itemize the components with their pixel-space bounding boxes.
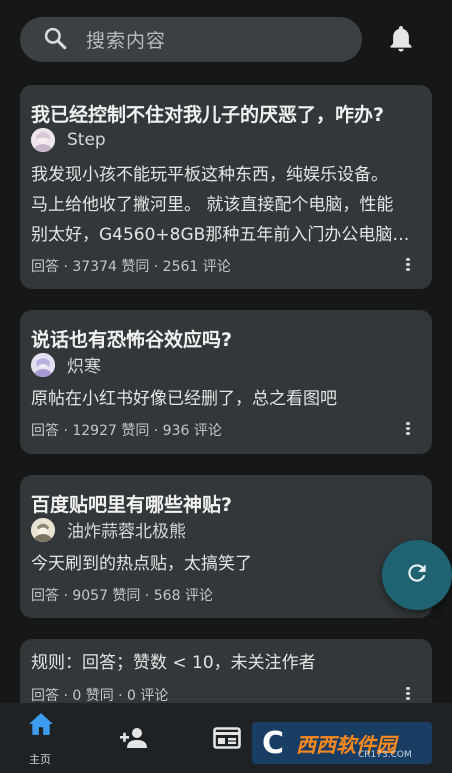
nav-follow[interactable]	[112, 703, 156, 773]
card-meta: 回答 · 0 赞同 · 0 评论	[31, 688, 169, 704]
more-options-icon[interactable]	[403, 256, 413, 274]
card-meta: 回答 · 9057 赞同 · 568 评论	[31, 588, 213, 604]
card-title[interactable]: 我已经控制不住对我儿子的厌恶了，咋办?	[31, 100, 384, 127]
nav-calendar[interactable]	[205, 703, 249, 773]
excerpt-line: 原帖在小红书好像已经删了，总之看图吧	[31, 389, 337, 409]
feed-card[interactable]: 百度贴吧里有哪些神贴? 油炸蒜蓉北极熊 今天刷到的热点贴，太搞笑了 回答 · 9…	[20, 475, 432, 618]
excerpt-line: 我发现小孩不能玩平板这种东西，纯娱乐设备。	[31, 165, 388, 185]
card-author[interactable]: 炽寒	[31, 352, 101, 377]
nav-home[interactable]: 主页	[18, 703, 66, 773]
excerpt-line: 规则：回答；赞数 < 10，未关注作者	[31, 653, 316, 673]
excerpt-line: 别太好，G4560+8GB那种五年前入门办公电脑…	[31, 225, 410, 245]
watermark-domain: CR173.COM	[358, 750, 412, 760]
card-excerpt[interactable]: 今天刷到的热点贴，太搞笑了	[31, 549, 425, 579]
card-excerpt[interactable]: 我发现小孩不能玩平板这种东西，纯娱乐设备。 马上给他收了撇河里。 就该直接配个电…	[31, 160, 425, 250]
search-icon	[42, 25, 68, 55]
card-title[interactable]: 说话也有恐怖谷效应吗?	[31, 325, 232, 352]
top-bar: 搜索内容	[0, 0, 452, 80]
card-author[interactable]: 油炸蒜蓉北极熊	[31, 517, 186, 542]
feed-card[interactable]: 我已经控制不住对我儿子的厌恶了，咋办? Step 我发现小孩不能玩平板这种东西，…	[20, 85, 432, 289]
card-excerpt[interactable]: 原帖在小红书好像已经删了，总之看图吧	[31, 384, 425, 414]
excerpt-line: 今天刷到的热点贴，太搞笑了	[31, 554, 252, 574]
more-options-icon[interactable]	[403, 420, 413, 438]
bell-icon[interactable]	[386, 23, 416, 55]
watermark-logo: C 西西软件园 CR173.COM	[252, 722, 432, 764]
add-person-icon	[119, 727, 149, 753]
card-meta: 回答 · 12927 赞同 · 936 评论	[31, 423, 222, 439]
feed-card[interactable]: 说话也有恐怖谷效应吗? 炽寒 原帖在小红书好像已经删了，总之看图吧 回答 · 1…	[20, 310, 432, 454]
excerpt-line: 马上给他收了撇河里。 就该直接配个电脑，性能	[31, 195, 394, 215]
avatar	[31, 352, 55, 377]
card-excerpt[interactable]: 规则：回答；赞数 < 10，未关注作者	[31, 648, 425, 678]
author-name: 油炸蒜蓉北极熊	[67, 522, 186, 542]
calendar-icon	[213, 727, 241, 753]
refresh-button[interactable]	[382, 540, 452, 610]
card-meta: 回答 · 37374 赞同 · 2561 评论	[31, 259, 231, 275]
more-options-icon[interactable]	[403, 685, 413, 703]
card-title[interactable]: 百度贴吧里有哪些神贴?	[31, 490, 232, 517]
nav-home-label: 主页	[29, 753, 51, 766]
author-name: 炽寒	[67, 357, 101, 377]
avatar	[31, 517, 55, 542]
avatar	[31, 128, 55, 152]
search-bar[interactable]: 搜索内容	[20, 17, 362, 62]
watermark-c-icon: C	[261, 725, 285, 761]
home-icon	[28, 712, 54, 740]
card-author[interactable]: Step	[31, 128, 106, 152]
search-placeholder: 搜索内容	[86, 30, 167, 52]
refresh-icon	[404, 560, 430, 590]
author-name: Step	[67, 130, 106, 150]
